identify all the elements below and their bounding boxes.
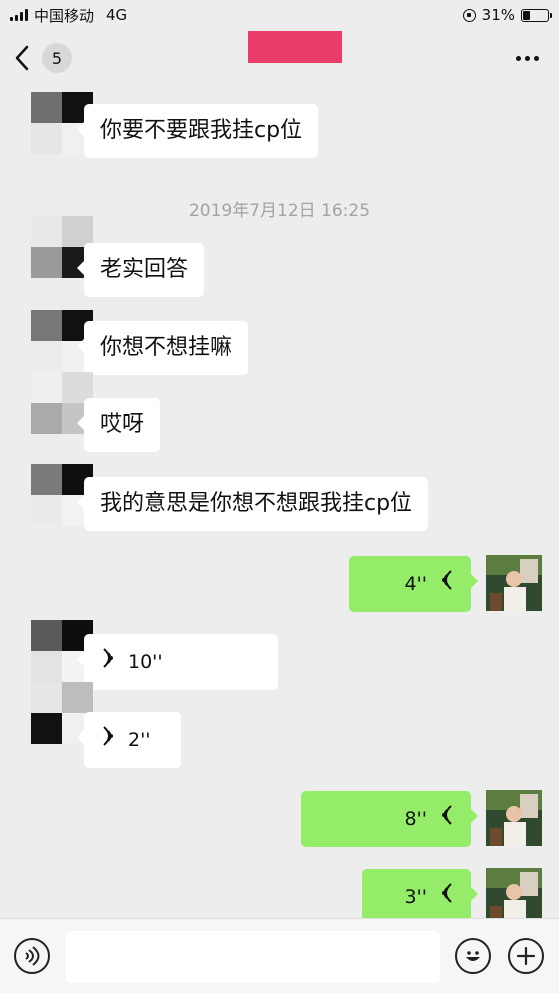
voice-bubble[interactable]: 2'' [77,712,181,768]
voice-duration: 10'' [128,651,163,673]
voice-content: 10'' [100,647,262,677]
message-text: 老实回答 [100,257,189,282]
voice-duration: 4'' [404,573,427,595]
voice-bubble[interactable]: 3'' [362,869,478,918]
voice-content: 2'' [100,725,165,755]
voice-duration: 2'' [128,729,151,751]
text-bubble[interactable]: 我的意思是你想不想跟我挂cp位 [76,477,429,531]
voice-wave-icon [100,725,118,755]
battery-percent: 31% [481,6,515,24]
unread-count-badge[interactable]: 5 [42,43,72,73]
voice-content: 3'' [378,882,455,912]
nav-bar: 5 [0,30,559,86]
voice-wave-icon [100,647,118,677]
text-bubble[interactable]: 你想不想挂嘛 [76,321,249,375]
status-right: 31% [462,6,552,24]
signal-icon [10,9,28,21]
chevron-left-icon[interactable] [14,45,34,71]
my-avatar[interactable] [486,868,542,918]
my-avatar[interactable] [486,790,542,846]
message-text: 你要不要跟我挂cp位 [100,118,303,143]
more-dots-icon[interactable] [510,50,545,67]
input-bar [0,918,559,993]
message-text: 我的意思是你想不想跟我挂cp位 [100,491,413,516]
voice-bubble[interactable]: 8'' [301,791,478,847]
voice-content: 8'' [317,804,455,834]
emoji-icon[interactable] [455,938,491,974]
my-avatar[interactable] [486,555,542,611]
plus-icon[interactable] [508,938,544,974]
voice-content: 4'' [365,569,455,599]
battery-icon [521,8,552,22]
voice-duration: 3'' [404,886,427,908]
voice-wave-icon [437,569,455,599]
voice-duration: 8'' [404,808,427,830]
voice-bubble[interactable]: 10'' [77,634,278,690]
status-bar: 中国移动 4G 31% [0,0,559,30]
message-text: 哎呀 [100,412,145,437]
voice-wave-icon [437,882,455,912]
carrier-label: 中国移动 [34,6,95,25]
nav-back-group[interactable]: 5 [14,43,72,73]
status-left: 中国移动 4G [10,5,127,26]
voice-wave-icon [437,804,455,834]
text-bubble[interactable]: 老实回答 [76,243,205,297]
message-input[interactable] [66,931,440,983]
chat-title-redacted [248,31,342,63]
rotation-lock-icon [462,8,476,22]
voice-input-icon[interactable] [14,938,50,974]
battery-level [523,10,531,20]
message-text: 你想不想挂嘛 [100,335,233,360]
text-bubble[interactable]: 哎呀 [76,398,161,452]
text-bubble[interactable]: 你要不要跟我挂cp位 [76,104,319,158]
chat-area[interactable]: 你要不要跟我挂cp位 2019年7月12日 16:25 老实回答 你想不想挂嘛 … [0,86,559,918]
voice-bubble[interactable]: 4'' [349,556,478,612]
network-label: 4G [106,6,128,24]
